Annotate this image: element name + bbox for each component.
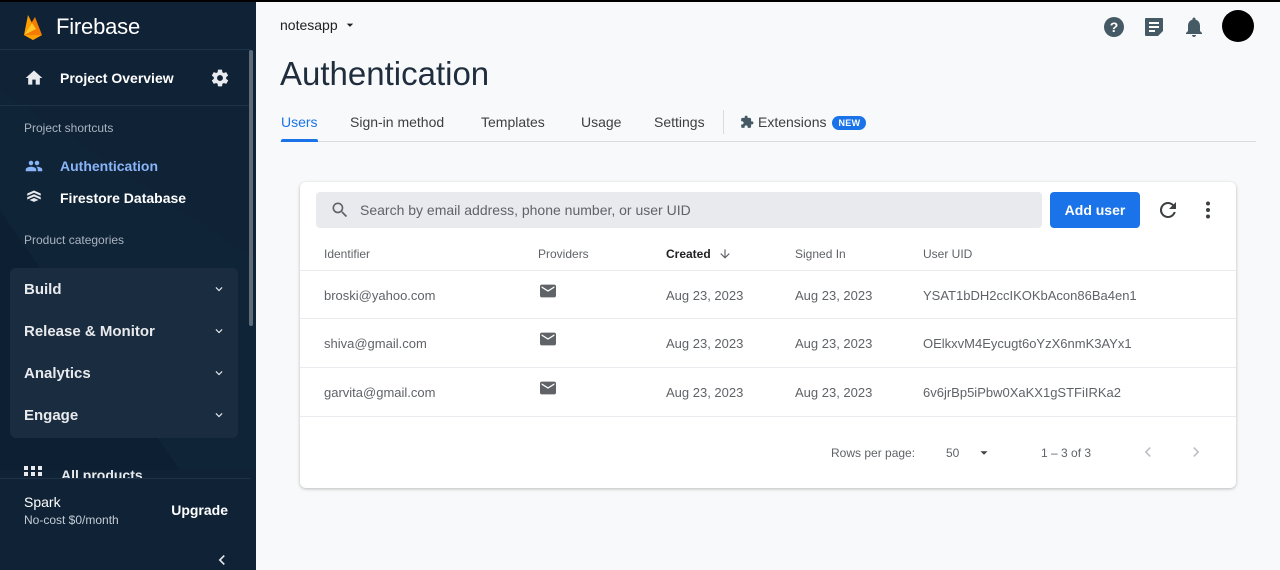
cell-signed-in: Aug 23, 2023	[795, 288, 873, 303]
tab-sign-in-method[interactable]: Sign-in method	[350, 114, 444, 130]
svg-text:?: ?	[1110, 19, 1119, 35]
tab-extensions-label: Extensions	[758, 114, 827, 130]
project-shortcuts-title: Project shortcuts	[24, 121, 114, 135]
category-label: Release & Monitor	[24, 322, 155, 340]
chevron-left-icon[interactable]	[1138, 442, 1158, 462]
firebase-logo[interactable]: Firebase	[22, 12, 140, 42]
help-icon[interactable]: ?	[1102, 15, 1126, 39]
plan-panel: Spark No-cost $0/month Upgrade	[0, 478, 250, 538]
project-name: notesapp	[280, 17, 338, 33]
cell-signed-in: Aug 23, 2023	[795, 336, 873, 351]
cell-identifier: shiva@gmail.com	[324, 336, 427, 351]
avatar[interactable]	[1222, 10, 1254, 42]
categories-panel: Build Release & Monitor Analytics Engage	[10, 268, 238, 438]
tab-divider	[723, 110, 724, 134]
brand-name: Firebase	[56, 14, 140, 39]
plan-name: Spark	[24, 494, 61, 510]
table-row[interactable]: garvita@gmail.com Aug 23, 2023 Aug 23, 2…	[300, 367, 1236, 415]
cell-user-uid: OElkxvM4Eycugt6oYzX6nmK3AYx1	[923, 336, 1132, 351]
extension-icon	[741, 115, 754, 128]
notifications-icon[interactable]	[1182, 15, 1206, 39]
collapse-sidebar-icon[interactable]	[212, 550, 232, 570]
chevron-down-icon	[215, 329, 223, 334]
cell-created: Aug 23, 2023	[666, 336, 744, 351]
page-title: Authentication	[280, 55, 490, 92]
firestore-icon	[27, 190, 41, 202]
tab-extensions[interactable]: Extensions NEW	[740, 114, 867, 131]
column-header-user-uid[interactable]: User UID	[923, 247, 972, 261]
chevron-right-icon[interactable]	[1186, 442, 1206, 462]
gear-icon[interactable]	[210, 68, 230, 88]
chevron-down-icon	[215, 287, 223, 292]
tab-templates[interactable]: Templates	[481, 114, 545, 130]
sidebar-item-authentication[interactable]: Authentication	[0, 152, 250, 180]
chevron-down-icon	[215, 371, 223, 376]
cell-created: Aug 23, 2023	[666, 385, 744, 400]
home-icon	[25, 70, 43, 85]
sidebar-item-label: Authentication	[60, 158, 158, 174]
sidebar-item-firestore[interactable]: Firestore Database	[0, 184, 250, 212]
upgrade-button[interactable]: Upgrade	[171, 502, 228, 518]
firebase-flame-icon	[24, 15, 42, 40]
cell-created: Aug 23, 2023	[666, 288, 744, 303]
main-content: notesapp ? Authentication Users Sign-in …	[256, 0, 1280, 570]
product-categories-title: Product categories	[24, 233, 125, 247]
cell-signed-in: Aug 23, 2023	[795, 385, 873, 400]
sort-arrow-down-icon[interactable]	[718, 247, 732, 261]
category-release-monitor[interactable]: Release & Monitor	[10, 310, 238, 352]
column-header-providers[interactable]: Providers	[538, 247, 589, 261]
cell-user-uid: YSAT1bDH2ccIKOKbAcon86Ba4en1	[923, 288, 1137, 303]
sidebar: Firebase Project Overview Project shortc…	[0, 0, 256, 570]
dropdown-arrow-icon	[346, 23, 353, 27]
search-bar	[316, 192, 1042, 228]
users-card: Add user Identifier Providers Created Si…	[300, 182, 1236, 488]
category-analytics[interactable]: Analytics	[10, 352, 238, 394]
cell-user-uid: 6v6jrBp5iPbw0XaKX1gSTFiIRKa2	[923, 385, 1121, 400]
table-row[interactable]: broski@yahoo.com Aug 23, 2023 Aug 23, 20…	[300, 270, 1236, 318]
rows-per-page-select[interactable]: 50	[946, 446, 959, 460]
column-header-created[interactable]: Created	[666, 247, 711, 261]
feedback-icon[interactable]	[1142, 15, 1166, 39]
email-icon	[540, 381, 556, 395]
email-icon	[540, 284, 556, 298]
project-overview-label: Project Overview	[60, 70, 174, 86]
tab-bar: Users Sign-in method Templates Usage Set…	[280, 106, 1256, 142]
search-input[interactable]	[360, 192, 1030, 228]
cell-identifier: garvita@gmail.com	[324, 385, 436, 400]
project-overview-link[interactable]: Project Overview	[0, 58, 250, 98]
sidebar-scrollbar[interactable]	[249, 50, 253, 326]
rows-per-page-label: Rows per page:	[831, 446, 916, 460]
dropdown-arrow-icon[interactable]	[977, 446, 991, 460]
chevron-down-icon	[215, 413, 223, 418]
category-label: Engage	[24, 406, 79, 424]
plan-cost: No-cost $0/month	[24, 513, 119, 527]
category-label: Analytics	[24, 364, 91, 382]
category-label: Build	[24, 280, 62, 298]
column-header-signed-in[interactable]: Signed In	[795, 247, 846, 261]
project-selector[interactable]: notesapp	[280, 17, 356, 33]
email-icon	[540, 332, 556, 346]
tab-settings[interactable]: Settings	[654, 114, 705, 130]
sidebar-item-label: Firestore Database	[60, 190, 187, 206]
pagination-range: 1 – 3 of 3	[1041, 446, 1092, 460]
active-tab-indicator	[281, 139, 318, 142]
cell-identifier: broski@yahoo.com	[324, 288, 436, 303]
table-row[interactable]: shiva@gmail.com Aug 23, 2023 Aug 23, 202…	[300, 318, 1236, 366]
refresh-icon[interactable]	[1156, 198, 1180, 222]
tab-users[interactable]: Users	[281, 114, 318, 130]
table-footer-divider	[300, 416, 1236, 417]
search-icon	[332, 202, 348, 218]
column-header-identifier[interactable]: Identifier	[324, 247, 370, 261]
add-user-button[interactable]: Add user	[1050, 192, 1140, 228]
tab-usage[interactable]: Usage	[581, 114, 621, 130]
more-vert-icon[interactable]	[1196, 198, 1220, 222]
category-engage[interactable]: Engage	[10, 394, 238, 436]
category-build[interactable]: Build	[10, 268, 238, 310]
new-badge: NEW	[832, 116, 867, 131]
people-icon	[25, 160, 43, 172]
